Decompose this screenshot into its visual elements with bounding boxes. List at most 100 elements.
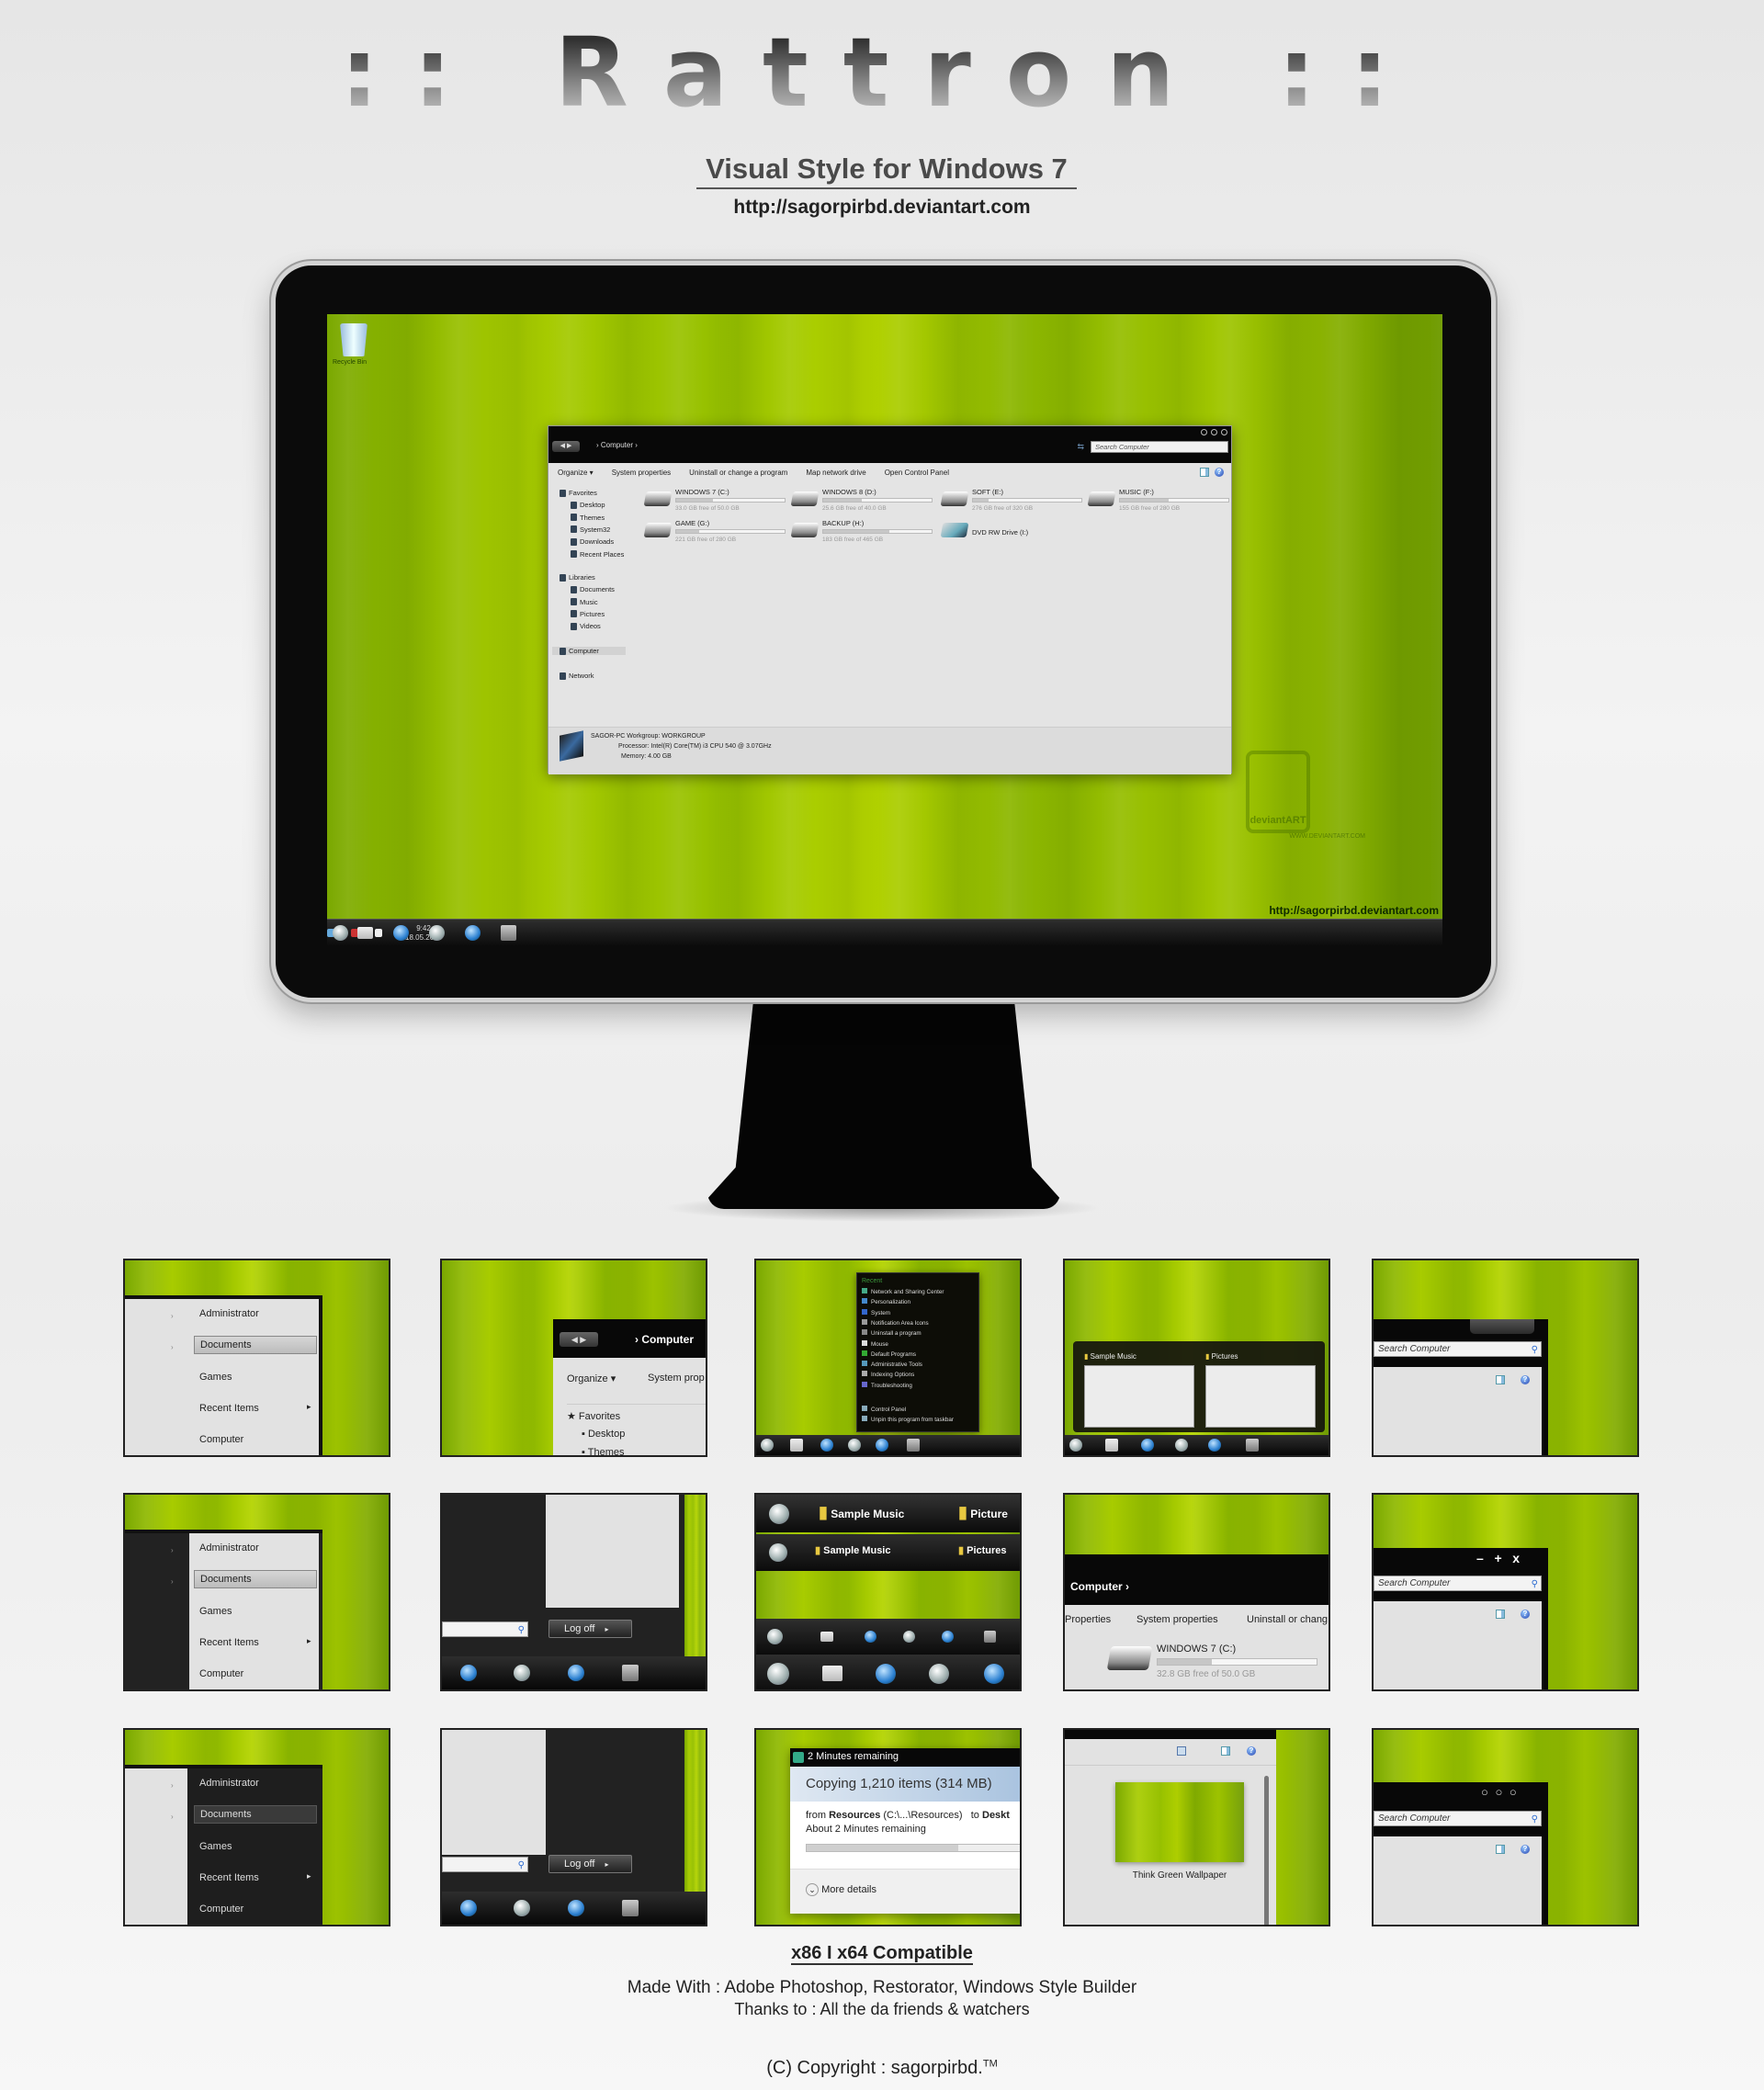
preview-thumbnail[interactable] bbox=[1084, 1365, 1194, 1428]
chrome-icon[interactable] bbox=[568, 1900, 584, 1916]
caption-buttons[interactable]: ○ ○ ○ bbox=[1481, 1785, 1519, 1799]
preview-pane-icon[interactable] bbox=[1200, 468, 1209, 477]
preview-title-sample-music[interactable]: ▮ Sample Music bbox=[1084, 1352, 1136, 1361]
drive-item[interactable]: DVD RW Drive (I:) bbox=[940, 519, 1084, 547]
folder-icon[interactable] bbox=[822, 1666, 842, 1681]
start-orb-icon[interactable] bbox=[761, 1439, 774, 1452]
search-icon[interactable]: ⚲ bbox=[1532, 1813, 1538, 1826]
organize-button[interactable]: Organize ▾ bbox=[558, 469, 594, 477]
taskbar-button-pictures[interactable]: ▮ Pictures bbox=[958, 1544, 1007, 1556]
drive-item[interactable]: WINDOWS 8 (D:) 25.6 GB free of 40.0 GB bbox=[790, 488, 934, 515]
chrome-icon[interactable] bbox=[984, 1664, 1004, 1684]
app-icon[interactable] bbox=[622, 1900, 639, 1916]
help-icon[interactable]: ? bbox=[1521, 1610, 1530, 1619]
back-forward-buttons[interactable]: ◀ ▶ bbox=[552, 441, 580, 452]
caption-grip-button[interactable] bbox=[1470, 1319, 1534, 1334]
start-item-computer[interactable]: Computer bbox=[199, 1434, 243, 1445]
drive-item[interactable]: BACKUP (H:) 183 GB free of 465 GB bbox=[790, 519, 934, 547]
jump-list-item[interactable]: System bbox=[862, 1308, 890, 1316]
jump-list-task[interactable]: Unpin this program from taskbar bbox=[862, 1416, 954, 1423]
taskbar-button-sample-music[interactable]: ▮ Sample Music bbox=[815, 1544, 890, 1556]
start-item-games[interactable]: Games bbox=[199, 1606, 232, 1617]
media-player-icon[interactable] bbox=[429, 925, 445, 941]
start-orb-icon[interactable] bbox=[769, 1543, 787, 1562]
drive-name[interactable]: WINDOWS 7 (C:) bbox=[1157, 1644, 1236, 1655]
control-panel-icon[interactable] bbox=[907, 1439, 920, 1452]
properties-button[interactable]: Properties bbox=[1065, 1614, 1111, 1625]
breadcrumb[interactable]: › Computer › bbox=[596, 441, 638, 449]
ie-icon[interactable] bbox=[820, 1439, 833, 1452]
uninstall-program-button[interactable]: Uninstall or chang bbox=[1247, 1614, 1328, 1625]
start-item-documents[interactable]: Documents bbox=[194, 1570, 317, 1588]
ie-icon[interactable] bbox=[393, 925, 409, 941]
folder-icon[interactable] bbox=[790, 1439, 803, 1452]
folder-icon[interactable] bbox=[357, 927, 373, 939]
start-orb-icon[interactable] bbox=[769, 1504, 789, 1524]
folder-icon[interactable] bbox=[820, 1632, 833, 1642]
chrome-icon[interactable] bbox=[876, 1439, 888, 1452]
nav-item[interactable]: Network bbox=[560, 672, 594, 680]
start-orb-icon[interactable] bbox=[767, 1629, 783, 1644]
taskbar-button-pictures[interactable]: ▮ Picture bbox=[958, 1503, 1008, 1522]
preview-pane-icon[interactable] bbox=[1221, 1746, 1230, 1756]
nav-item[interactable]: System32 bbox=[571, 525, 610, 534]
nav-favorites[interactable]: ★ Favorites bbox=[567, 1410, 620, 1422]
jump-list-item[interactable]: Default Programs bbox=[862, 1350, 916, 1358]
nav-item[interactable]: Documents bbox=[571, 585, 615, 593]
caption-buttons[interactable]: – + x bbox=[1476, 1551, 1520, 1565]
start-item-administrator[interactable]: Administrator bbox=[199, 1778, 259, 1789]
nav-item[interactable]: Libraries bbox=[560, 573, 595, 582]
start-orb-icon[interactable] bbox=[333, 925, 348, 941]
preview-title-pictures[interactable]: ▮ Pictures bbox=[1205, 1352, 1238, 1361]
chrome-icon[interactable] bbox=[1208, 1439, 1221, 1452]
start-search-input[interactable]: ⚲ bbox=[442, 1857, 528, 1872]
wallpaper-thumbnail[interactable] bbox=[1115, 1782, 1244, 1862]
chrome-icon[interactable] bbox=[465, 925, 481, 941]
nav-item[interactable]: Themes bbox=[571, 514, 605, 522]
app-icon[interactable] bbox=[984, 1631, 996, 1643]
jump-list-item[interactable]: Administrative Tools bbox=[862, 1361, 922, 1368]
jump-list-item[interactable]: Troubleshooting bbox=[862, 1381, 912, 1389]
drive-item[interactable]: SOFT (E:) 276 GB free of 320 GB bbox=[940, 488, 1084, 515]
refresh-icon[interactable]: ⇆ bbox=[1077, 442, 1084, 452]
scrollbar-thumb[interactable] bbox=[1264, 1776, 1269, 1925]
start-search-input[interactable]: ⚲ bbox=[442, 1621, 528, 1637]
search-input[interactable]: Search Computer ⚲ bbox=[1374, 1341, 1542, 1357]
open-control-panel-button[interactable]: Open Control Panel bbox=[885, 469, 949, 477]
preview-thumbnail[interactable] bbox=[1205, 1365, 1316, 1428]
system-properties-button[interactable]: System properties bbox=[612, 469, 671, 477]
jump-list-item[interactable]: Uninstall a program bbox=[862, 1329, 922, 1337]
uninstall-program-button[interactable]: Uninstall or change a program bbox=[689, 469, 787, 477]
folder-icon[interactable] bbox=[1105, 1439, 1118, 1452]
app-icon[interactable] bbox=[501, 925, 516, 941]
close-button[interactable] bbox=[1221, 429, 1227, 435]
ie-icon[interactable] bbox=[460, 1900, 477, 1916]
nav-item[interactable]: Recent Places bbox=[571, 550, 624, 559]
start-item-documents[interactable]: Documents bbox=[194, 1336, 317, 1354]
nav-item[interactable]: Downloads bbox=[571, 537, 614, 546]
taskbar-button-sample-music[interactable]: ▮ Sample Music bbox=[819, 1503, 904, 1522]
start-item-recent-items[interactable]: Recent Items bbox=[199, 1872, 259, 1883]
jump-list-task[interactable]: Control Panel bbox=[862, 1406, 906, 1413]
chrome-icon[interactable] bbox=[942, 1631, 954, 1643]
search-icon[interactable]: ⚲ bbox=[518, 1623, 525, 1637]
nav-item[interactable]: Music bbox=[571, 598, 598, 606]
nav-item[interactable]: Pictures bbox=[571, 610, 605, 618]
nav-item[interactable]: Desktop bbox=[571, 501, 605, 509]
search-input[interactable]: Search Computer ⚲ bbox=[1374, 1811, 1542, 1826]
start-item-computer[interactable]: Computer bbox=[199, 1668, 243, 1679]
app-icon[interactable] bbox=[622, 1665, 639, 1681]
nav-item[interactable]: Computer bbox=[552, 647, 626, 655]
jump-list-item[interactable]: Indexing Options bbox=[862, 1371, 914, 1378]
search-input[interactable]: Search Computer bbox=[1091, 441, 1228, 453]
media-player-icon[interactable] bbox=[903, 1631, 915, 1643]
jump-list-item[interactable]: Personalization bbox=[862, 1298, 910, 1305]
recycle-bin-icon[interactable] bbox=[340, 323, 368, 356]
jump-list-item[interactable]: Notification Area Icons bbox=[862, 1318, 929, 1327]
chrome-icon[interactable] bbox=[568, 1665, 584, 1681]
breadcrumb-computer[interactable]: Computer › bbox=[1070, 1580, 1129, 1593]
destination-name[interactable]: Deskt bbox=[982, 1810, 1010, 1821]
ie-icon[interactable] bbox=[1141, 1439, 1154, 1452]
drive-item[interactable]: WINDOWS 7 (C:) 33.0 GB free of 50.0 GB bbox=[643, 488, 787, 515]
start-item-recent-items[interactable]: Recent Items bbox=[199, 1403, 259, 1414]
